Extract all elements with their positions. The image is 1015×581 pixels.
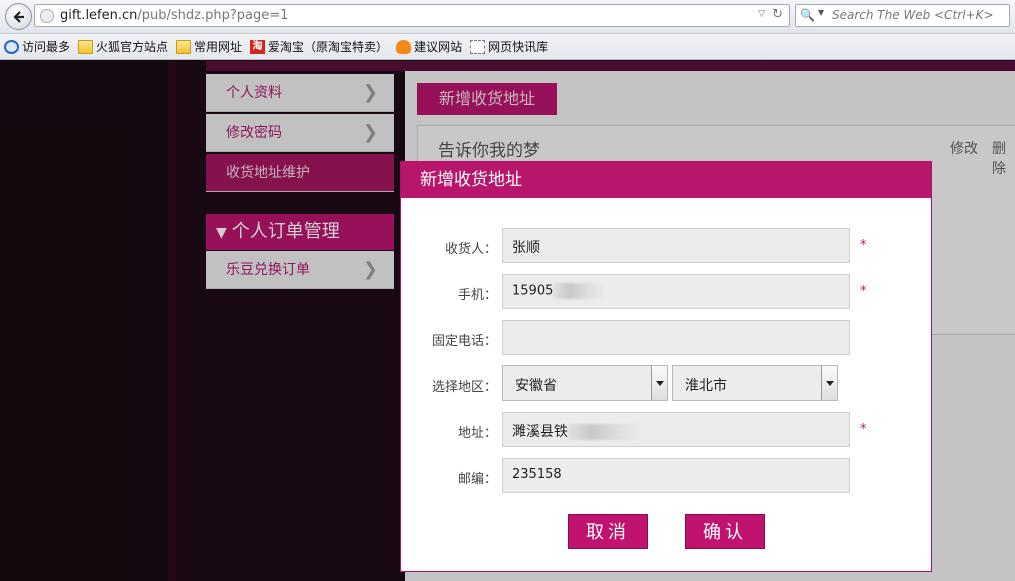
bookmark-label: 常用网址: [194, 40, 243, 54]
reload-icon[interactable]: ↻: [772, 7, 783, 22]
mobile-value: 15905: [512, 283, 554, 299]
required-mark: *: [860, 284, 867, 299]
add-address-dialog: 新增收货地址 收货人： 张顺 * 手机： 15905 * 固定电话： 选择地区：…: [400, 161, 932, 572]
url-domain: gift.lefen.cn: [60, 8, 138, 23]
phone-input[interactable]: [502, 320, 850, 355]
bookmark-aitaobao[interactable]: 淘 爱淘宝（原淘宝特卖）: [250, 38, 388, 55]
confirm-button[interactable]: 确认: [685, 514, 765, 549]
receiver-input[interactable]: 张顺: [502, 228, 850, 263]
address-bar[interactable]: gift.lefen.cn/pub/shdz.php?page=1 ▽ ↻: [34, 4, 790, 27]
city-value: 淮北市: [685, 378, 727, 394]
zip-label: 邮编：: [457, 472, 497, 487]
address-text: gift.lefen.cn/pub/shdz.php?page=1: [60, 8, 288, 23]
search-placeholder: Search The Web <Ctrl+K>: [832, 8, 994, 22]
search-engine-dropdown-icon[interactable]: ▼: [818, 8, 824, 17]
receiver-label: 收货人：: [444, 242, 497, 257]
folder-icon: [78, 39, 94, 54]
phone-label: 固定电话：: [431, 334, 497, 349]
bookmark-suggested-sites[interactable]: 建议网站: [396, 38, 462, 55]
back-arrow-icon: [12, 10, 24, 23]
web-slice-icon: [470, 39, 486, 54]
history-icon: [4, 39, 19, 54]
region-label: 选择地区：: [431, 380, 497, 395]
bookmark-common-sites[interactable]: 常用网址: [176, 38, 242, 55]
folder-icon: [176, 39, 192, 54]
redaction-blur: [568, 424, 638, 440]
bookmark-web-slice[interactable]: 网页快讯库: [470, 38, 548, 55]
bookmark-label: 建议网站: [414, 40, 463, 54]
bookmark-label: 火狐官方站点: [96, 40, 169, 54]
zip-input[interactable]: 235158: [502, 458, 850, 493]
province-select[interactable]: 安徽省: [502, 365, 668, 401]
address-label: 地址：: [457, 426, 497, 441]
back-button[interactable]: [5, 3, 32, 30]
dialog-title: 新增收货地址: [401, 162, 931, 198]
bookmark-firefox-sites[interactable]: 火狐官方站点: [78, 38, 168, 55]
browser-toolbar: gift.lefen.cn/pub/shdz.php?page=1 ▽ ↻ 🔍 …: [0, 0, 1015, 34]
dropdown-arrow-icon[interactable]: [821, 366, 837, 400]
mobile-label: 手机：: [457, 288, 497, 303]
bookmark-label: 访问最多: [22, 40, 71, 54]
bookmarks-toolbar: 访问最多 火狐官方站点 常用网址 淘 爱淘宝（原淘宝特卖） 建议网站 网页快讯库: [0, 34, 1015, 60]
province-value: 安徽省: [515, 378, 557, 394]
mobile-input[interactable]: 15905: [502, 274, 850, 309]
search-box[interactable]: 🔍 ▼ Search The Web <Ctrl+K>: [795, 4, 1010, 27]
city-select[interactable]: 淮北市: [672, 365, 838, 401]
url-path: /pub/shdz.php?page=1: [137, 8, 289, 23]
bookmark-label: 网页快讯库: [488, 40, 549, 54]
history-dropdown-icon[interactable]: ▽: [758, 9, 765, 19]
dropdown-arrow-icon[interactable]: [651, 366, 667, 400]
search-engine-icon[interactable]: 🔍: [800, 8, 818, 23]
taobao-icon: 淘: [250, 39, 266, 54]
redaction-blur: [553, 283, 604, 299]
bookmark-most-visited[interactable]: 访问最多: [4, 38, 70, 55]
site-identity-icon[interactable]: [40, 9, 54, 23]
bulb-icon: [396, 39, 412, 54]
address-value: 濉溪县铁: [512, 424, 568, 440]
required-mark: *: [860, 422, 867, 437]
cancel-button[interactable]: 取消: [568, 514, 648, 549]
required-mark: *: [860, 238, 867, 253]
receiver-value: 张顺: [512, 240, 540, 256]
address-input[interactable]: 濉溪县铁: [502, 412, 850, 447]
bookmark-label: 爱淘宝（原淘宝特卖）: [268, 40, 389, 54]
zip-value: 235158: [512, 467, 562, 482]
